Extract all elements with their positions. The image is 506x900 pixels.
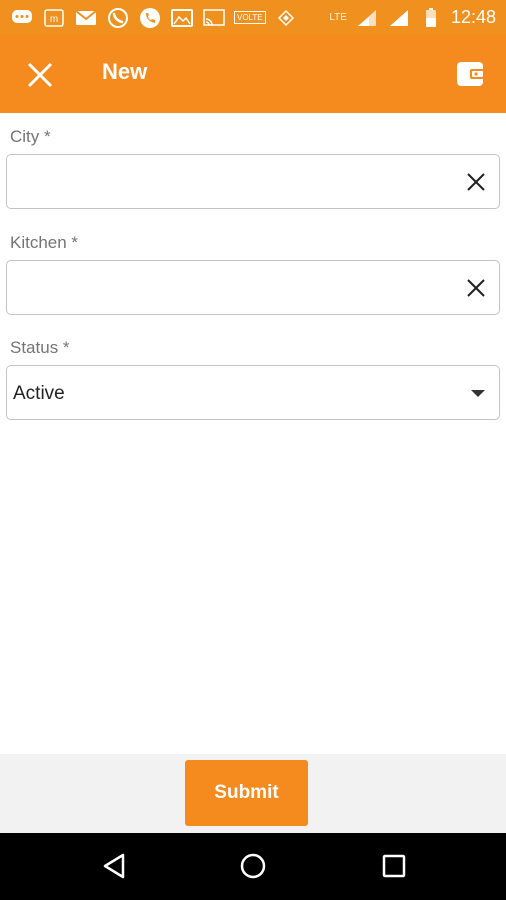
clock: 12:48 (450, 7, 496, 27)
recents-icon (382, 854, 406, 878)
bottom-action-bar: Submit (0, 754, 506, 833)
kitchen-clear-button[interactable] (463, 275, 489, 301)
gallery-icon (170, 6, 194, 30)
close-icon (467, 279, 485, 297)
chat-icon (10, 6, 34, 30)
wallet-button[interactable] (454, 57, 488, 91)
home-button[interactable] (238, 851, 268, 881)
notification-icons: m VOLTE (10, 6, 298, 30)
close-button[interactable] (22, 57, 58, 93)
data-icon (274, 6, 298, 30)
volte-badge: VOLTE (234, 11, 266, 24)
city-input[interactable] (6, 154, 500, 209)
city-label: City * (10, 127, 51, 146)
whatsapp-icon (106, 6, 130, 30)
status-value: Active (13, 383, 65, 404)
battery-icon (419, 6, 443, 30)
app-bar: New (0, 35, 506, 113)
mail-icon (74, 6, 98, 30)
back-icon (103, 853, 125, 879)
back-button[interactable] (99, 851, 129, 881)
status-label: Status * (10, 338, 70, 357)
status-select[interactable]: Active (6, 365, 500, 420)
status-right: LTE 12:48 (329, 6, 496, 30)
network-type: LTE (329, 12, 347, 23)
wallet-icon (457, 62, 484, 86)
page-title: New (102, 59, 148, 84)
navigation-bar (0, 833, 506, 900)
home-icon (240, 853, 266, 879)
submit-button[interactable]: Submit (185, 760, 308, 826)
kitchen-input[interactable] (6, 260, 500, 315)
city-clear-button[interactable] (463, 169, 489, 195)
close-icon (467, 173, 485, 191)
phone-icon (138, 6, 162, 30)
close-icon (27, 62, 53, 88)
svg-text:m: m (50, 14, 58, 25)
kitchen-label: Kitchen * (10, 233, 79, 252)
m-icon: m (42, 6, 66, 30)
status-bar: m VOLTE LTE 12:48 (0, 0, 506, 35)
dropdown-arrow-icon (471, 390, 485, 397)
signal-icon (355, 6, 379, 30)
signal-icon (387, 6, 411, 30)
recents-button[interactable] (379, 851, 409, 881)
cast-icon (202, 6, 226, 30)
